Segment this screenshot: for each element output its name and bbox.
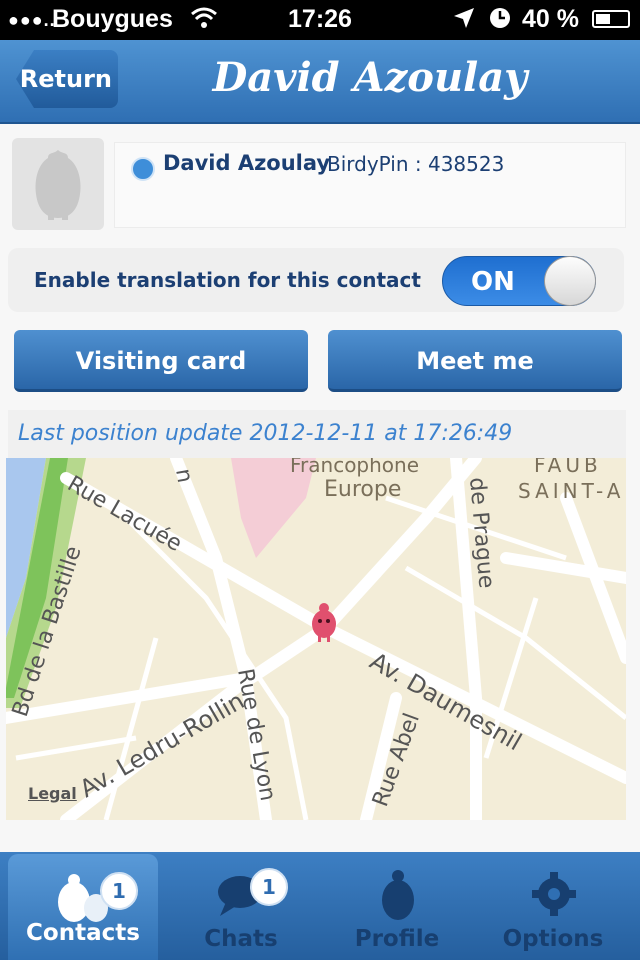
tab-label: Profile: [354, 926, 440, 952]
battery-icon: [592, 10, 630, 28]
translation-setting-row: Enable translation for this contact ON: [8, 248, 624, 312]
alarm-clock-icon: [488, 6, 512, 37]
map-label: SAINT-A: [518, 479, 624, 503]
battery-percent: 40 %: [522, 5, 579, 33]
translation-label: Enable translation for this contact: [34, 268, 421, 292]
meet-me-button[interactable]: Meet me: [328, 330, 622, 392]
birdypin-number: BirdyPin : 438523: [327, 152, 505, 176]
tab-bar: 1 Contacts 1 Chats Profile Options: [0, 852, 640, 960]
contacts-badge: 1: [100, 872, 138, 910]
map-label: FAUB: [534, 458, 602, 477]
status-bar: ●●●.. Bouygues 17:26 40 %: [0, 0, 640, 40]
location-map[interactable]: Francophone Europe FAUB SAINT-A Rue Lacu…: [6, 458, 626, 820]
return-button[interactable]: Return: [16, 50, 118, 108]
tab-chats[interactable]: 1 Chats: [166, 852, 316, 960]
tab-label: Contacts: [26, 920, 140, 946]
chats-badge: 1: [250, 868, 288, 906]
avatar: [12, 138, 104, 230]
map-label: Francophone: [290, 458, 419, 477]
contact-name: David Azoulay: [163, 151, 331, 175]
online-status-dot: [131, 157, 155, 181]
chat-bubble-icon: [166, 866, 316, 926]
contact-detail: David Azoulay BirdyPin : 438523 Enable t…: [0, 124, 640, 852]
navigation-bar: Return David Azoulay: [0, 40, 640, 124]
toggle-state-label: ON: [471, 267, 515, 297]
tab-contacts[interactable]: 1 Contacts: [8, 854, 158, 960]
page-title: David Azoulay: [212, 54, 528, 101]
bird-icon: [322, 866, 472, 926]
translation-toggle[interactable]: ON: [442, 256, 596, 306]
gear-icon: [478, 866, 628, 926]
tab-profile[interactable]: Profile: [322, 852, 472, 960]
tab-options[interactable]: Options: [478, 852, 628, 960]
tab-label: Chats: [204, 926, 278, 952]
last-position-update: Last position update 2012-12-11 at 17:26…: [8, 410, 626, 458]
map-label: Europe: [324, 477, 401, 502]
contact-info-card: David Azoulay BirdyPin : 438523: [114, 142, 626, 228]
location-arrow-icon: [452, 6, 476, 37]
map-legal-link[interactable]: Legal: [28, 784, 77, 803]
toggle-knob[interactable]: [544, 256, 596, 306]
bird-placeholder-icon: [35, 150, 81, 220]
tab-label: Options: [502, 926, 604, 952]
visiting-card-button[interactable]: Visiting card: [14, 330, 308, 392]
